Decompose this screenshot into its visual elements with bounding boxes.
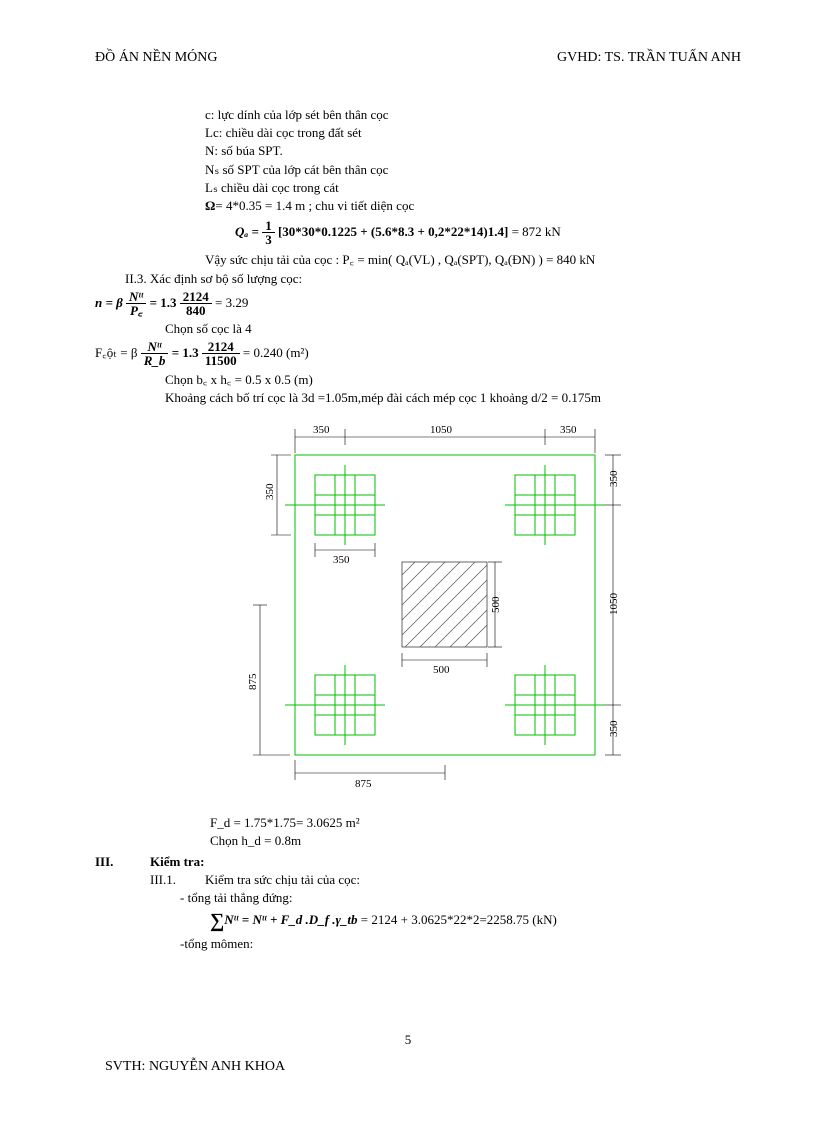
svg-text:350: 350 [560,424,577,436]
section-III1: III.1. Kiểm tra sức chịu tải của cọc: [95,871,741,889]
eq-sumN: ∑Nᵗᵗ = Nᵗᵗ + F_d .D_f .γ_tb = 2124 + 3.0… [210,907,741,935]
svg-text:1050: 1050 [608,592,620,615]
section-II3: II.3. Xác định sơ bộ số lượng cọc: [125,270,741,288]
def-N: N: số búa SPT. [205,142,741,160]
header-left: ĐỒ ÁN NỀN MÓNG [95,50,218,66]
eq-n: n = β NᵗᵗP꜀ = 1.3 2124840 = 3.29 [95,290,741,318]
svg-text:1050: 1050 [430,424,453,436]
foundation-plan-diagram: 350 1050 350 350 350 1050 350 [215,415,741,810]
svg-text:875: 875 [247,673,259,690]
svg-text:350: 350 [608,720,620,737]
def-Ls: Lₛ chiều dài cọc trong cát [205,179,741,197]
svg-text:500: 500 [490,596,502,613]
svg-text:875: 875 [355,778,372,790]
chon-so-coc: Chọn số cọc là 4 [165,320,741,338]
tong-moment: -tổng mômen: [180,935,741,953]
Fd-line: F_d = 1.75*1.75= 3.0625 m² [210,814,741,832]
def-Ns: Nₛ số SPT của lớp cát bên thân cọc [205,161,741,179]
eq-Qa: Qₐ = 13 [30*30*0.1225 + (5.6*8.3 + 0,2*2… [235,219,741,247]
hd-line: Chọn h_d = 0.8m [210,832,741,850]
tong-tai: - tổng tải thẳng đứng: [180,889,741,907]
eq-Fcot: F꜀ộₜ = β NᵗᵗR_b = 1.3 212411500 = 0.240 … [95,340,741,368]
chon-bc: Chọn b꜀ x h꜀ = 0.5 x 0.5 (m) [165,371,741,389]
footer-author: SVTH: NGUYỄN ANH KHOA [105,1059,285,1075]
page-number: 5 [0,1032,816,1048]
def-Lc: Lc: chiều dài cọc trong đất sét [205,124,741,142]
svg-text:350: 350 [264,483,276,500]
page-header: ĐỒ ÁN NỀN MÓNG GVHD: TS. TRẦN TUẤN ANH [95,50,741,66]
svg-text:350: 350 [313,424,330,436]
body-content: c: lực dính của lớp sét bên thân cọc Lc:… [95,106,741,953]
bearing-line: Vậy sức chịu tải của cọc : P꜀ = min( Qₐ(… [205,251,741,269]
svg-text:350: 350 [608,470,620,487]
header-right: GVHD: TS. TRẦN TUẤN ANH [557,50,741,66]
svg-text:350: 350 [333,554,350,566]
def-c: c: lực dính của lớp sét bên thân cọc [205,106,741,124]
spacing-line: Khoảng cách bố trí cọc là 3d =1.05m,mép … [165,389,741,407]
def-Omega: Ω= 4*0.35 = 1.4 m ; chu vi tiết diện cọc [205,197,741,215]
svg-text:500: 500 [433,664,450,676]
section-III: III. Kiểm tra: [95,853,741,871]
